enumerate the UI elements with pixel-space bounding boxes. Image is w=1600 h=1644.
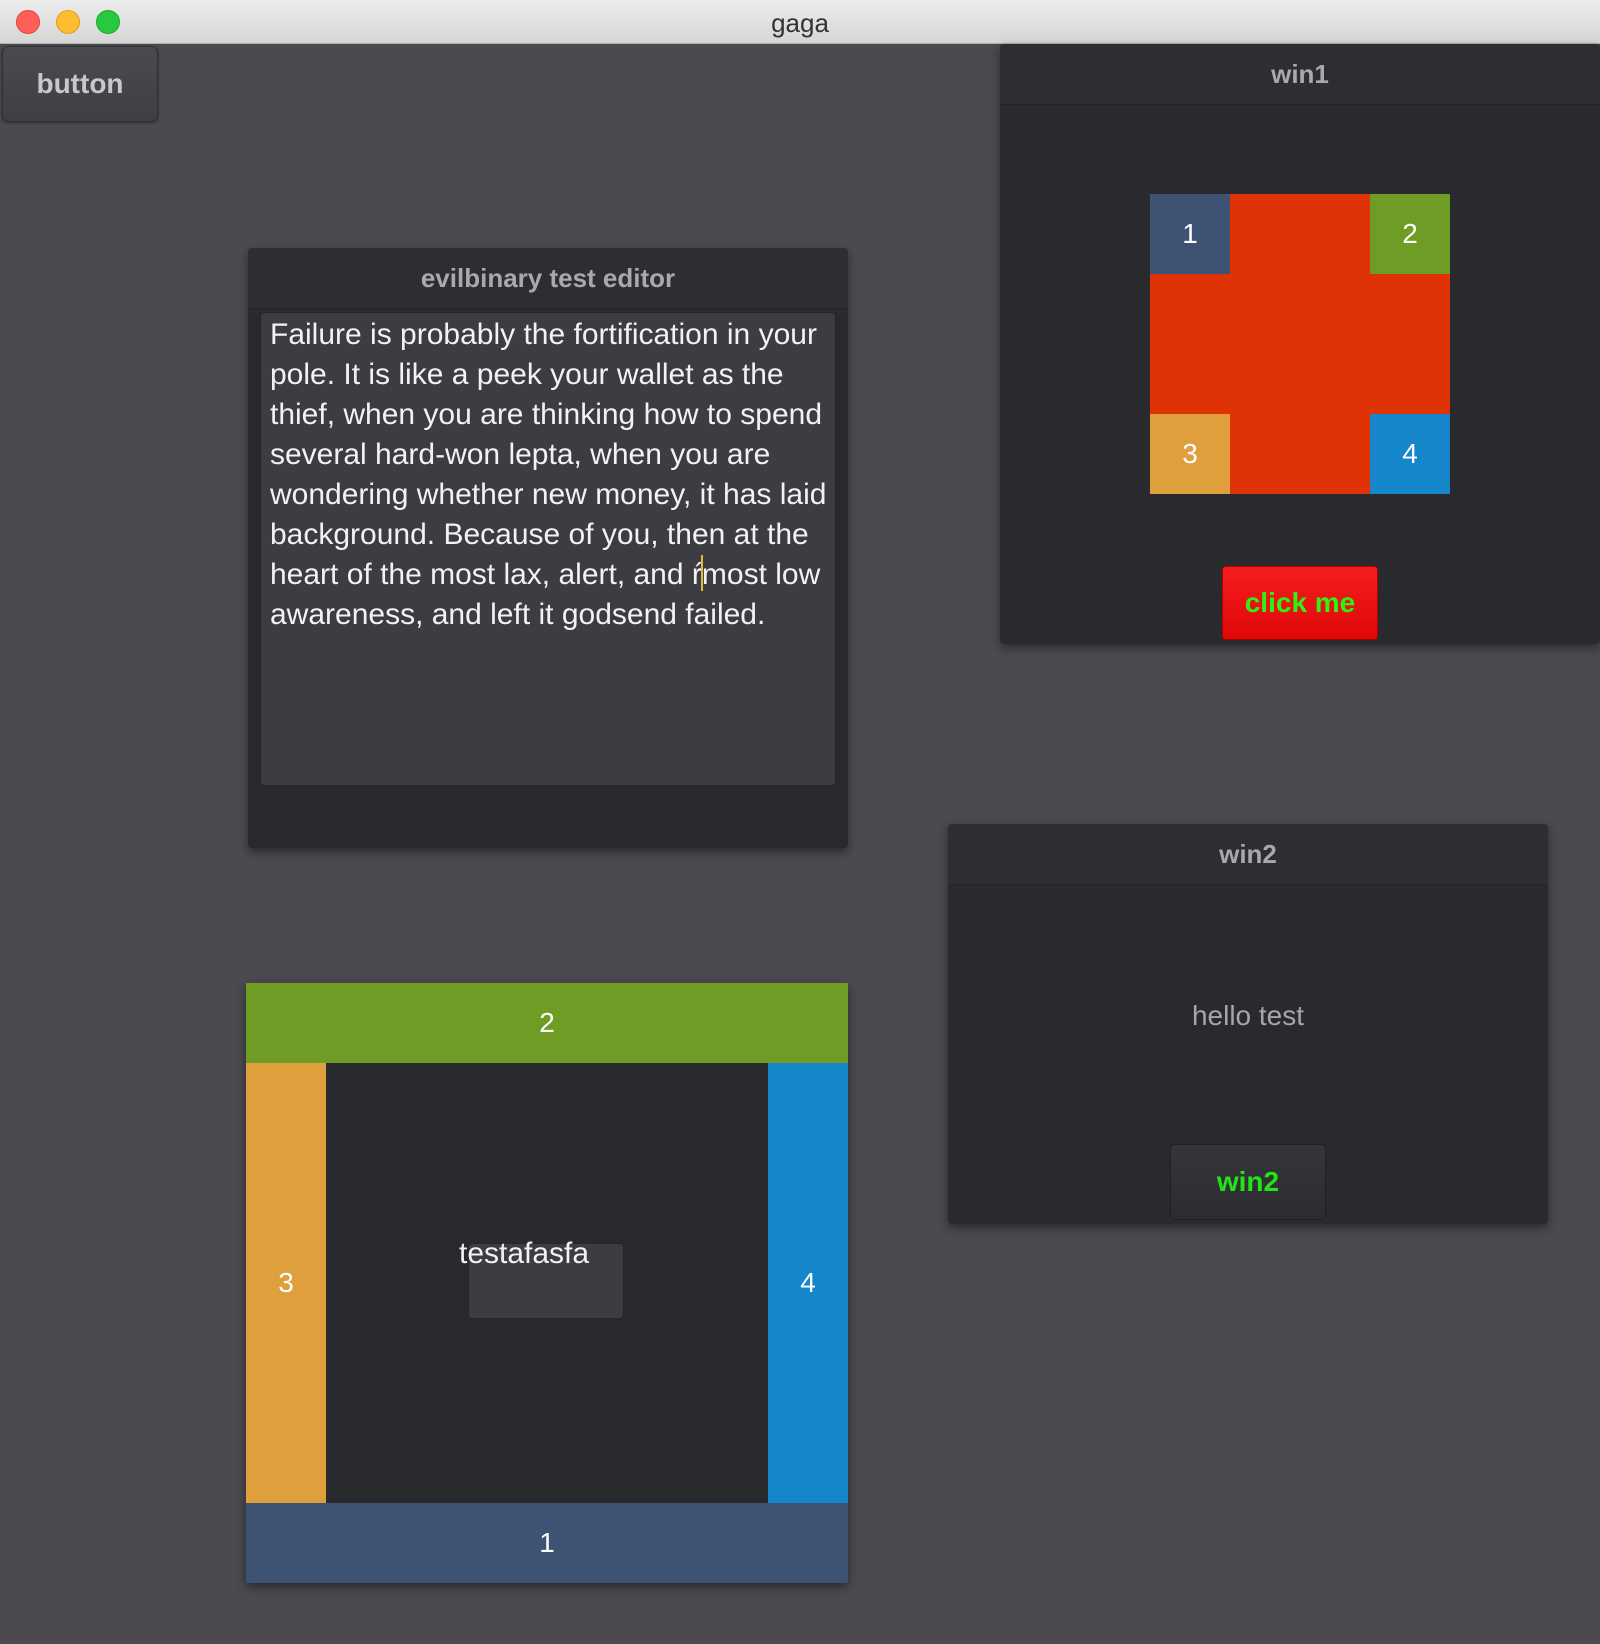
border-layout-panel: 2 3 4 1 testafasfa xyxy=(246,983,848,1583)
editor-window: evilbinary test editor Failure is probab… xyxy=(248,248,848,848)
hello-label: hello test xyxy=(1191,1000,1305,1031)
color-grid: 1 2 3 4 xyxy=(1150,194,1450,494)
app-canvas: button evilbinary test editor Failure is… xyxy=(0,44,1600,1644)
grid-cell-3: 3 xyxy=(1150,414,1230,494)
win2-window: win2 hello test win2 xyxy=(948,824,1548,1224)
grid-cell-1: 1 xyxy=(1150,194,1230,274)
text-editor-area[interactable]: Failure is probably the fortification in… xyxy=(260,312,836,786)
center-text: testafasfa xyxy=(459,1237,590,1270)
border-right-region: 4 xyxy=(768,1063,848,1503)
click-me-button[interactable]: click me xyxy=(1222,566,1378,640)
editor-text: Failure is probably the fortification in… xyxy=(270,315,835,635)
editor-window-title[interactable]: evilbinary test editor xyxy=(248,248,848,309)
editor-text-before-caret: Failure is probably the fortification in… xyxy=(270,318,827,591)
win2-title[interactable]: win2 xyxy=(948,824,1548,885)
border-bottom-region: 1 xyxy=(246,1503,848,1583)
win1-window: win1 1 2 3 4 click me xyxy=(1000,44,1600,644)
win2-button[interactable]: win2 xyxy=(1170,1144,1326,1220)
window-titlebar[interactable]: gaga xyxy=(0,0,1600,44)
border-left-region: 3 xyxy=(246,1063,326,1503)
border-top-region: 2 xyxy=(246,983,848,1063)
grid-cell-2: 2 xyxy=(1370,194,1450,274)
top-left-button[interactable]: button xyxy=(2,46,158,122)
window-title: gaga xyxy=(771,8,829,38)
win1-title[interactable]: win1 xyxy=(1000,44,1600,105)
grid-cell-4: 4 xyxy=(1370,414,1450,494)
